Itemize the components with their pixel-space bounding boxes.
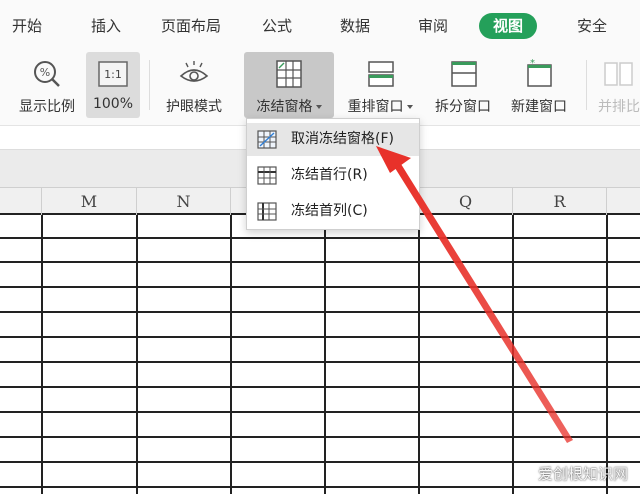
grid-line — [0, 261, 640, 263]
freeze-column-icon — [257, 202, 277, 221]
grid-line — [0, 386, 640, 388]
freeze-panes-menu: 取消冻结窗格(F) 冻结首行(R) 冻结首列(C) — [246, 118, 420, 230]
ribbon-separator — [586, 60, 587, 110]
grid-line — [418, 215, 420, 494]
ribbon-toolbar: % 显示比例 1:1 100% 护眼模式 冻结窗格 重排窗口 拆分窗口 * 新建… — [0, 50, 640, 125]
rearrange-dropdown-caret-icon — [406, 105, 413, 109]
grid-line — [0, 411, 640, 413]
split-window-icon — [451, 61, 477, 87]
zoom-100-icon: 1:1 — [98, 61, 128, 87]
new-window-icon: * — [527, 58, 552, 87]
column-header-r[interactable]: R — [513, 188, 607, 216]
grid-line — [136, 215, 138, 494]
grid-line — [0, 436, 640, 438]
grid-line — [230, 215, 232, 494]
watermark-text: 爱创根知识网 — [537, 465, 628, 483]
new-window-button[interactable]: * 新建窗口 — [503, 52, 575, 118]
grid-line — [324, 215, 326, 494]
grid-line — [41, 215, 43, 494]
freeze-dropdown-caret-icon — [315, 105, 322, 109]
rearrange-windows-button[interactable]: 重排窗口 — [340, 52, 420, 118]
eye-protection-button[interactable]: 护眼模式 — [158, 52, 230, 118]
freeze-panes-label: 冻结窗格 — [256, 99, 313, 115]
svg-text:%: % — [40, 66, 50, 79]
side-by-side-label: 并排比 — [598, 99, 640, 115]
menu-item-freeze-first-row[interactable]: 冻结首行(R) — [247, 159, 419, 192]
column-header-q[interactable]: Q — [419, 188, 513, 216]
tab-review[interactable]: 审阅 — [418, 13, 448, 39]
eye-icon — [179, 61, 209, 82]
unfreeze-icon — [257, 130, 277, 149]
menu-item-unfreeze[interactable]: 取消冻结窗格(F) — [247, 123, 419, 156]
column-header-n[interactable]: N — [137, 188, 231, 216]
grid-line — [0, 486, 640, 488]
zoom-100-label: 100% — [92, 96, 134, 112]
freeze-row-icon — [257, 166, 277, 185]
menu-item-unfreeze-label: 取消冻结窗格(F) — [291, 131, 394, 147]
menu-bar: 开始 插入 页面布局 公式 数据 审阅 视图 安全 — [0, 0, 640, 50]
grid-line — [0, 361, 640, 363]
side-by-side-icon — [604, 62, 633, 86]
split-window-label: 拆分窗口 — [435, 99, 491, 115]
svg-text:*: * — [530, 58, 535, 69]
zoom-label: 显示比例 — [19, 99, 75, 115]
ribbon-separator — [149, 60, 150, 110]
column-header-m[interactable]: M — [42, 188, 137, 216]
cell-grid[interactable] — [0, 215, 640, 494]
zoom-percent-icon: % — [34, 61, 60, 87]
freeze-panes-button[interactable]: 冻结窗格 — [244, 52, 334, 118]
side-by-side-button[interactable]: 并排比 — [594, 52, 640, 118]
freeze-panes-icon — [276, 60, 302, 88]
tab-data[interactable]: 数据 — [340, 13, 370, 39]
tab-start[interactable]: 开始 — [12, 13, 42, 39]
tab-insert[interactable]: 插入 — [91, 13, 121, 39]
tab-formulas[interactable]: 公式 — [262, 13, 292, 39]
grid-line — [0, 311, 640, 313]
column-header-s[interactable] — [607, 188, 640, 216]
menu-item-freeze-first-row-label: 冻结首行(R) — [291, 167, 368, 183]
column-header-blank[interactable] — [0, 188, 42, 216]
new-window-label: 新建窗口 — [511, 99, 567, 115]
grid-line — [512, 215, 514, 494]
grid-line — [0, 286, 640, 288]
zoom-button[interactable]: % 显示比例 — [12, 52, 82, 118]
tab-security[interactable]: 安全 — [577, 13, 607, 39]
grid-line — [0, 336, 640, 338]
zoom-100-button[interactable]: 1:1 100% — [86, 52, 140, 118]
menu-item-freeze-first-column[interactable]: 冻结首列(C) — [247, 195, 419, 228]
tab-page-layout[interactable]: 页面布局 — [161, 13, 221, 39]
grid-line — [606, 215, 608, 494]
split-window-button[interactable]: 拆分窗口 — [428, 52, 498, 118]
eye-protection-label: 护眼模式 — [166, 99, 222, 115]
rearrange-windows-label: 重排窗口 — [347, 99, 404, 115]
rearrange-windows-icon — [368, 61, 394, 87]
svg-text:1:1: 1:1 — [104, 68, 122, 81]
grid-line — [0, 237, 640, 239]
menu-item-freeze-first-column-label: 冻结首列(C) — [291, 203, 368, 219]
tab-view[interactable]: 视图 — [479, 13, 538, 39]
